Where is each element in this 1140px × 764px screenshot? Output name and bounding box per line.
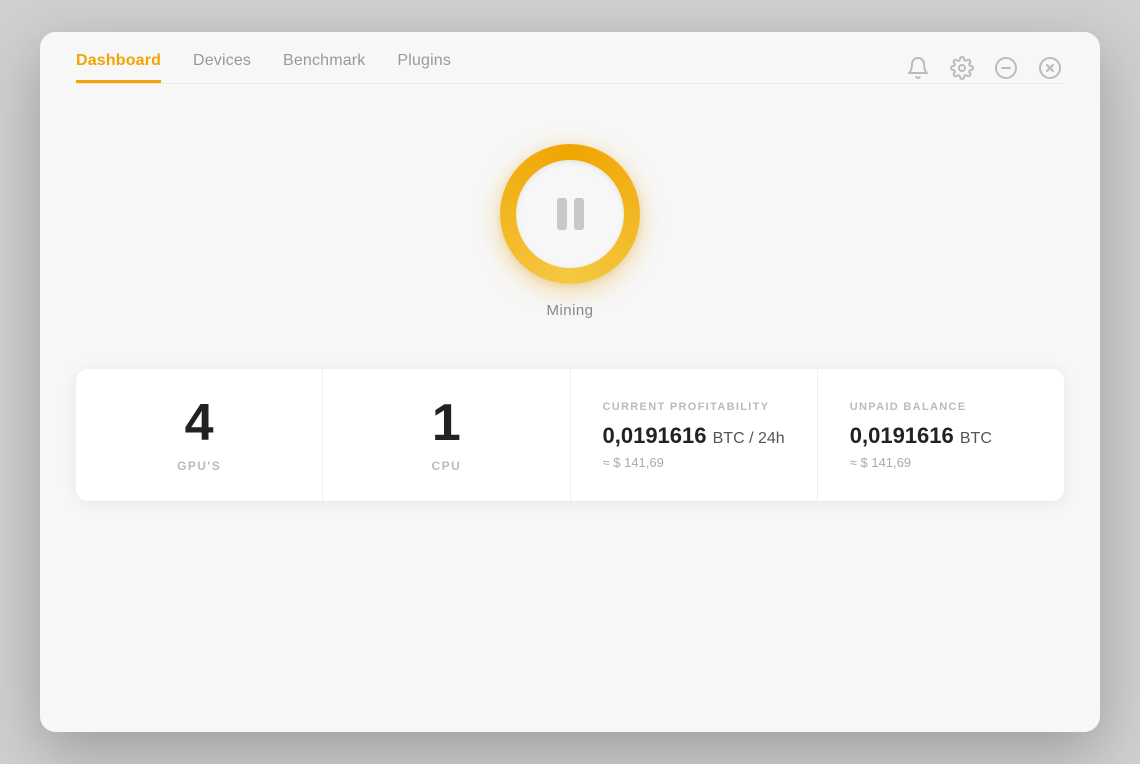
profitability-value: 0,0191616 BTC / 24h: [603, 423, 785, 449]
minimize-icon[interactable]: [992, 54, 1020, 82]
window-controls: [904, 54, 1064, 82]
gpu-label: GPU'S: [177, 459, 221, 473]
nav-item-devices[interactable]: Devices: [193, 52, 251, 83]
balance-value: 0,0191616 BTC: [850, 423, 992, 449]
pause-bar-right: [574, 198, 584, 230]
cpu-label: CPU: [432, 459, 462, 473]
nav-item-dashboard[interactable]: Dashboard: [76, 52, 161, 83]
main-content: Mining 4 GPU'S 1 CPU CURRENT PROFITABILI…: [40, 84, 1100, 682]
stats-row: 4 GPU'S 1 CPU CURRENT PROFITABILITY 0,01…: [76, 369, 1064, 501]
settings-icon[interactable]: [948, 54, 976, 82]
mining-toggle-button[interactable]: [500, 144, 640, 284]
close-icon[interactable]: [1036, 54, 1064, 82]
notification-icon[interactable]: [904, 54, 932, 82]
nav-item-plugins[interactable]: Plugins: [397, 52, 451, 83]
cpu-stat-card: 1 CPU: [323, 369, 570, 501]
pause-icon: [557, 198, 584, 230]
balance-card: UNPAID BALANCE 0,0191616 BTC ≈ $ 141,69: [818, 369, 1064, 501]
pause-bar-left: [557, 198, 567, 230]
profitability-card: CURRENT PROFITABILITY 0,0191616 BTC / 24…: [571, 369, 818, 501]
balance-unit: BTC: [960, 430, 992, 447]
cpu-count: 1: [432, 397, 461, 449]
gpu-count: 4: [185, 397, 214, 449]
profitability-unit: BTC / 24h: [713, 430, 785, 447]
bottom-area: [40, 682, 1100, 732]
balance-usd: ≈ $ 141,69: [850, 455, 911, 470]
mining-button-inner: [516, 160, 624, 268]
profitability-section-label: CURRENT PROFITABILITY: [603, 401, 770, 413]
top-bar: Dashboard Devices Benchmark Plugins: [40, 32, 1100, 83]
app-window: Dashboard Devices Benchmark Plugins: [40, 32, 1100, 732]
mining-button-container: Mining: [500, 144, 640, 319]
mining-status-label: Mining: [547, 302, 594, 319]
nav-item-benchmark[interactable]: Benchmark: [283, 52, 365, 83]
profitability-usd: ≈ $ 141,69: [603, 455, 664, 470]
balance-section-label: UNPAID BALANCE: [850, 401, 967, 413]
gpu-stat-card: 4 GPU'S: [76, 369, 323, 501]
nav-bar: Dashboard Devices Benchmark Plugins: [76, 52, 451, 83]
